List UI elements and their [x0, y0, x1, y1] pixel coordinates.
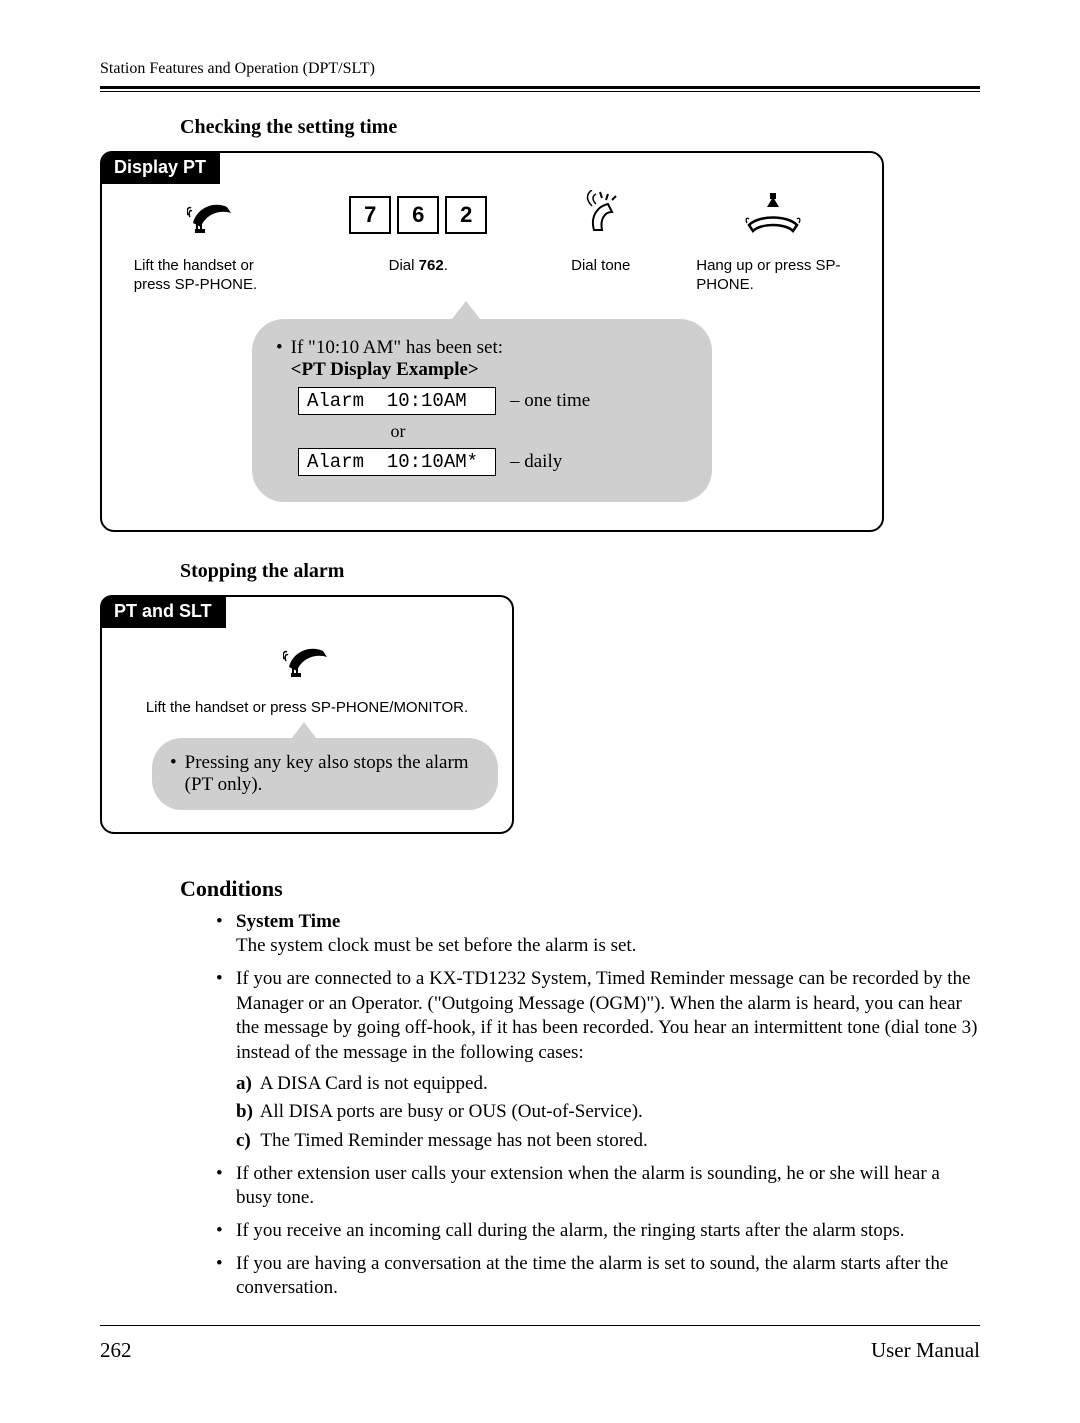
cond-1-body: The system clock must be set before the … [236, 935, 636, 956]
cond-kx-td1232: If you are connected to a KX-TD1232 Syst… [216, 967, 980, 1154]
annot-onetime: – one time [510, 390, 590, 412]
stopping-note: Pressing any key also stops the alarm (P… [185, 752, 480, 796]
conditions-heading: Conditions [180, 876, 980, 902]
checking-step-2: 7 6 2 Dial 762. [323, 187, 513, 276]
checking-step-4: Hang up or press SP-PHONE. [688, 187, 858, 295]
conditions-list: System Time The system clock must be set… [216, 910, 980, 1302]
checking-step-4-caption: Hang up or press SP-PHONE. [688, 257, 858, 295]
running-head: Station Features and Operation (DPT/SLT) [100, 60, 980, 78]
cond-2c: c) The Timed Reminder message has not be… [236, 1129, 980, 1154]
checking-tab: Display PT [100, 151, 220, 184]
pt-display-daily: Alarm 10:10AM* [298, 448, 496, 476]
dial-digit-2: 6 [397, 196, 439, 234]
checking-step-1-caption: Lift the handset or press SP-PHONE. [126, 257, 296, 295]
cond-incoming-call: If you receive an incoming call during t… [216, 1219, 980, 1244]
callout-pointer-icon [452, 301, 480, 319]
callout-or: or [298, 421, 498, 442]
stopping-callout: • Pressing any key also stops the alarm … [152, 738, 498, 810]
stopping-step: Lift the handset or press SP-PHONE/MONIT… [102, 615, 512, 716]
dial-caption-post: . [444, 257, 448, 274]
stopping-box: PT and SLT Lift the handset or press SP-… [100, 595, 514, 834]
cond-conversation: If you are having a conversation at the … [216, 1252, 980, 1301]
callout-line1: If "10:10 AM" has been set: [291, 337, 503, 359]
hangup-icon [743, 193, 803, 237]
callout-line2: <PT Display Example> [291, 359, 503, 381]
cond-busy-tone: If other extension user calls your exten… [216, 1162, 980, 1211]
bullet: • [276, 337, 283, 359]
checking-box: Display PT Lift the handset or [100, 151, 884, 532]
checking-step-3: Dial tone [541, 187, 661, 276]
page-number: 262 [100, 1338, 132, 1363]
dial-digit-3: 2 [445, 196, 487, 234]
cond-2-body: If you are connected to a KX-TD1232 Syst… [236, 968, 978, 1063]
stopping-caption: Lift the handset or press SP-PHONE/MONIT… [114, 699, 500, 716]
dialtone-icon [576, 190, 626, 240]
checking-step-2-caption: Dial 762. [323, 257, 513, 276]
checking-title: Checking the setting time [180, 116, 980, 139]
dial-caption-pre: Dial [389, 257, 419, 274]
checking-step-1: Lift the handset or press SP-PHONE. [126, 187, 296, 295]
footer-rule [100, 1325, 980, 1326]
callout-pointer-icon [292, 722, 316, 738]
cond-2a: a) A DISA Card is not equipped. [236, 1072, 980, 1097]
pt-display-onetime: Alarm 10:10AM [298, 387, 496, 415]
offhook-icon [187, 193, 235, 237]
checking-callout: • If "10:10 AM" has been set: <PT Displa… [252, 319, 712, 502]
stopping-tab: PT and SLT [100, 595, 226, 628]
checking-step-3-caption: Dial tone [541, 257, 661, 276]
cond-2b: b) All DISA ports are busy or OUS (Out-o… [236, 1100, 980, 1125]
footer-label: User Manual [871, 1338, 980, 1363]
cond-1-title: System Time [236, 911, 340, 932]
offhook-icon [283, 637, 331, 681]
bullet: • [170, 752, 177, 796]
header-rule [100, 86, 980, 92]
dial-digit-1: 7 [349, 196, 391, 234]
dial-caption-bold: 762 [419, 257, 444, 274]
cond-system-time: System Time The system clock must be set… [216, 910, 980, 959]
annot-daily: – daily [510, 451, 562, 473]
stopping-title: Stopping the alarm [180, 560, 980, 583]
